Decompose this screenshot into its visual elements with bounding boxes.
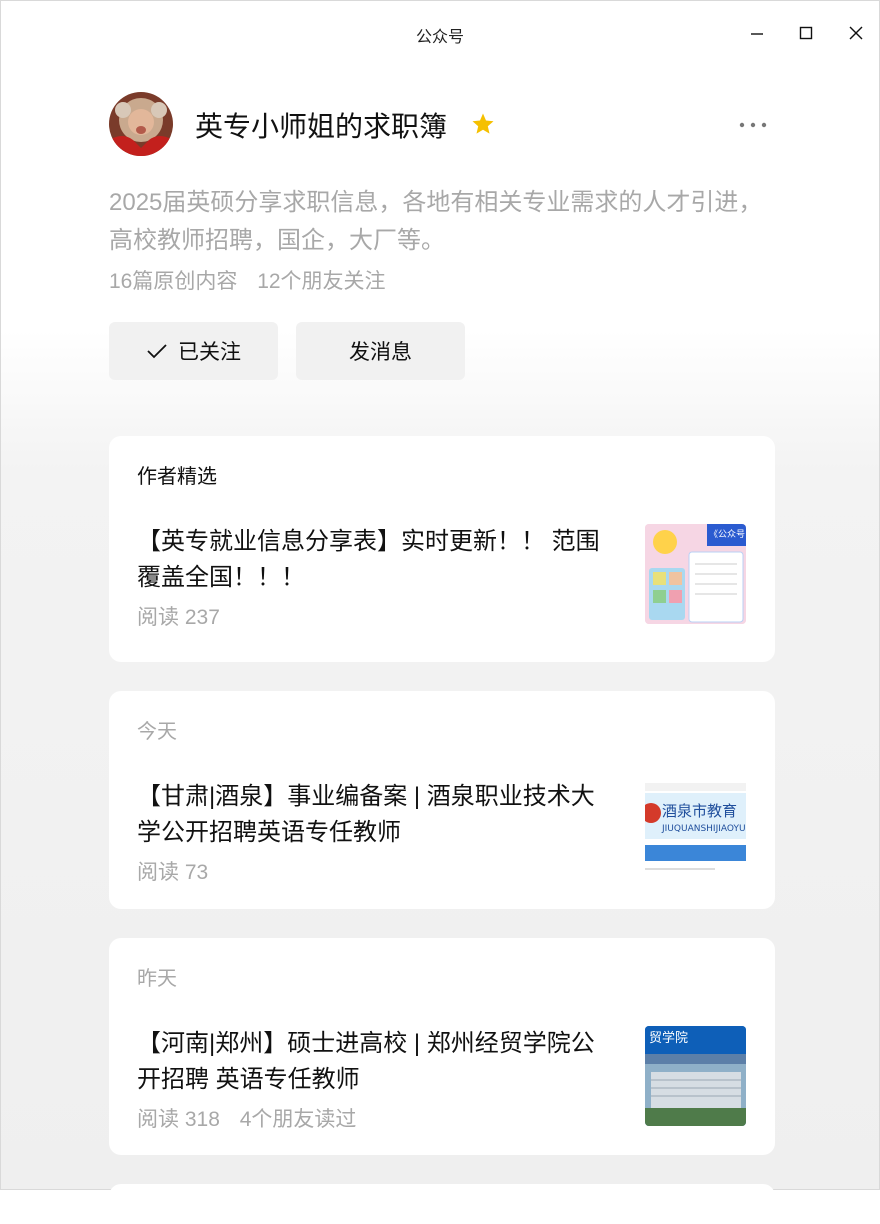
article-thumbnail[interactable]: 贸学院 bbox=[645, 1026, 746, 1126]
article-meta: 阅读 318 4个朋友读过 bbox=[137, 1103, 356, 1133]
article-title[interactable]: 【英专就业信息分享表】实时更新！！ 范围覆盖全国！！！ bbox=[137, 524, 607, 596]
article-card[interactable] bbox=[109, 1184, 775, 1224]
svg-text:《公众号: 《公众号 bbox=[709, 529, 745, 540]
read-count: 阅读 237 bbox=[137, 606, 220, 629]
minimize-button[interactable] bbox=[737, 17, 777, 49]
close-icon bbox=[849, 26, 863, 40]
friends-following: 12个朋友关注 bbox=[257, 270, 386, 293]
original-count: 16篇原创内容 bbox=[109, 270, 238, 293]
account-stats: 16篇原创内容 12个朋友关注 bbox=[109, 265, 386, 295]
minimize-icon bbox=[751, 33, 763, 35]
avatar-image bbox=[109, 92, 173, 156]
svg-text:JIUQUANSHIJIAOYU: JIUQUANSHIJIAOYU bbox=[661, 824, 746, 834]
followed-label: 已关注 bbox=[178, 341, 241, 364]
friends-read: 4个朋友读过 bbox=[239, 1108, 357, 1131]
article-title[interactable]: 【甘肃|酒泉】事业编备案 | 酒泉职业技术大学公开招聘英语专任教师 bbox=[137, 779, 607, 851]
article-title[interactable]: 【河南|郑州】硕士进高校 | 郑州经贸学院公开招聘 英语专任教师 bbox=[137, 1026, 607, 1098]
title-bar: 公众号 bbox=[1, 1, 879, 65]
article-thumbnail[interactable]: 《公众号 bbox=[645, 524, 746, 624]
read-count: 阅读 318 bbox=[137, 1108, 220, 1131]
article-meta: 阅读 73 bbox=[137, 856, 208, 886]
article-card[interactable]: 今天 【甘肃|酒泉】事业编备案 | 酒泉职业技术大学公开招聘英语专任教师 阅读 … bbox=[109, 691, 775, 909]
more-icon bbox=[739, 122, 767, 128]
article-card[interactable]: 昨天 【河南|郑州】硕士进高校 | 郑州经贸学院公开招聘 英语专任教师 阅读 3… bbox=[109, 938, 775, 1155]
close-button[interactable] bbox=[836, 17, 876, 49]
thumbnail-image: 贸学院 bbox=[645, 1026, 746, 1126]
section-label: 作者精选 bbox=[137, 466, 217, 488]
maximize-button[interactable] bbox=[786, 17, 826, 49]
read-count: 阅读 73 bbox=[137, 861, 209, 884]
followed-button[interactable]: 已关注 bbox=[109, 322, 278, 380]
svg-text:贸学院: 贸学院 bbox=[649, 1030, 688, 1046]
section-label: 今天 bbox=[137, 721, 177, 743]
check-icon bbox=[147, 344, 167, 359]
star-icon[interactable] bbox=[471, 112, 495, 136]
thumbnail-image: 酒泉市教育 JIUQUANSHIJIAOYU bbox=[645, 779, 746, 879]
more-options-button[interactable] bbox=[731, 113, 775, 137]
send-message-label: 发消息 bbox=[349, 341, 412, 364]
avatar[interactable] bbox=[109, 92, 173, 156]
account-description: 2025届英硕分享求职信息，各地有相关专业需求的人才引进，高校教师招聘，国企，大… bbox=[109, 189, 763, 254]
maximize-icon bbox=[799, 26, 813, 40]
thumbnail-image: 《公众号 bbox=[645, 524, 746, 624]
send-message-button[interactable]: 发消息 bbox=[296, 322, 465, 380]
section-label: 昨天 bbox=[137, 968, 177, 990]
account-name: 英专小师姐的求职簿 bbox=[195, 111, 448, 142]
svg-text:酒泉市教育: 酒泉市教育 bbox=[662, 802, 737, 820]
article-meta: 阅读 237 bbox=[137, 601, 220, 631]
article-card[interactable]: 作者精选 【英专就业信息分享表】实时更新！！ 范围覆盖全国！！！ 阅读 237 … bbox=[109, 436, 775, 662]
article-thumbnail[interactable]: 酒泉市教育 JIUQUANSHIJIAOYU bbox=[645, 779, 746, 879]
